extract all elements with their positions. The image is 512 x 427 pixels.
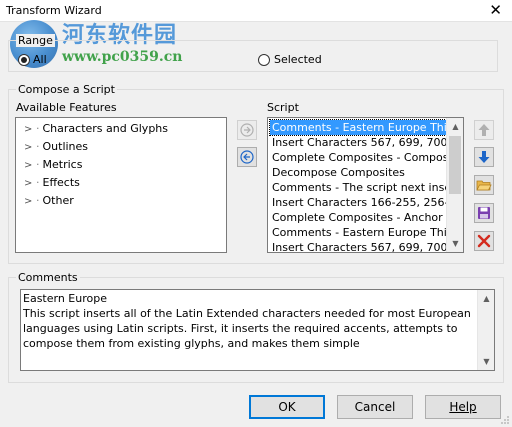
range-all-radio[interactable] [18, 54, 30, 66]
scroll-thumb[interactable] [449, 136, 461, 194]
arrow-left-icon [240, 150, 254, 164]
available-features-tree[interactable]: > · Characters and Glyphs > · Outlines > · Met… [15, 117, 227, 253]
range-selected-radio[interactable] [258, 54, 270, 66]
arrow-down-icon [478, 151, 490, 163]
arrow-up-icon [478, 124, 490, 136]
open-folder-icon [476, 180, 492, 191]
save-disk-icon [478, 207, 490, 219]
comments-textbox[interactable]: Eastern Europe This script inserts all o… [20, 289, 495, 371]
scroll-up-arrow-icon[interactable]: ▲ [478, 290, 494, 307]
title-bar: Transform Wizard ✕ [0, 0, 512, 22]
delete-script-item-button[interactable] [474, 231, 494, 251]
script-label: Script [267, 101, 299, 114]
chevron-right-icon[interactable]: > [24, 139, 36, 157]
available-features-label: Available Features [16, 101, 117, 114]
open-script-button[interactable] [474, 175, 494, 195]
script-item[interactable]: Complete Composites - Anchor B [270, 210, 448, 225]
script-list-scrollbar[interactable]: ▲ ▼ [446, 118, 463, 252]
remove-from-script-button[interactable] [237, 147, 257, 167]
comments-text: Eastern Europe This script inserts all o… [23, 292, 471, 350]
resize-grip-icon[interactable] [500, 415, 510, 425]
script-item[interactable]: Comments - The script next inser [270, 180, 448, 195]
script-item[interactable]: Comments - Eastern Europe This [270, 225, 448, 240]
delete-x-icon [477, 234, 491, 248]
comments-scrollbar[interactable]: ▲ ▼ [477, 290, 494, 370]
script-item[interactable]: Insert Characters 567, 699, 700, 71 [270, 135, 448, 150]
script-item[interactable]: Complete Composites - Compos [270, 150, 448, 165]
cancel-button[interactable]: Cancel [337, 395, 413, 419]
help-button[interactable]: Help [425, 395, 501, 419]
move-down-button[interactable] [474, 147, 494, 167]
arrow-right-icon [240, 123, 254, 137]
help-button-label: Help [449, 400, 477, 414]
script-item[interactable]: Insert Characters 166-255, 256-38 [270, 195, 448, 210]
tree-item[interactable]: > · Characters and Glyphs [24, 120, 168, 138]
scroll-down-arrow-icon[interactable]: ▼ [478, 353, 494, 370]
close-icon[interactable]: ✕ [489, 1, 502, 19]
script-item[interactable]: Decompose Composites [270, 165, 448, 180]
scroll-down-arrow-icon[interactable]: ▼ [447, 235, 463, 252]
chevron-right-icon[interactable]: > [24, 121, 36, 139]
script-list[interactable]: Comments - Eastern Europe This Insert Ch… [267, 117, 464, 253]
ok-button[interactable]: OK [249, 395, 325, 419]
range-legend: Range [16, 34, 55, 47]
script-item[interactable]: Comments - Eastern Europe This [269, 119, 449, 136]
move-up-button[interactable] [474, 120, 494, 140]
add-to-script-button[interactable] [237, 120, 257, 140]
tree-item[interactable]: > · Other [24, 192, 74, 210]
chevron-right-icon[interactable]: > [24, 157, 36, 175]
window-title: Transform Wizard [6, 4, 102, 17]
comments-legend: Comments [16, 271, 80, 284]
tree-item[interactable]: > · Effects [24, 174, 80, 192]
scroll-up-arrow-icon[interactable]: ▲ [447, 118, 463, 135]
range-group [8, 40, 498, 72]
tree-item[interactable]: > · Outlines [24, 138, 88, 156]
save-script-button[interactable] [474, 203, 494, 223]
chevron-right-icon[interactable]: > [24, 193, 36, 211]
tree-item[interactable]: > · Metrics [24, 156, 82, 174]
range-all-label: All [33, 53, 47, 66]
chevron-right-icon[interactable]: > [24, 175, 36, 193]
script-item[interactable]: Insert Characters 567, 699, 700, 71 [270, 240, 448, 252]
compose-legend: Compose a Script [16, 83, 117, 96]
range-selected-label: Selected [274, 53, 322, 66]
